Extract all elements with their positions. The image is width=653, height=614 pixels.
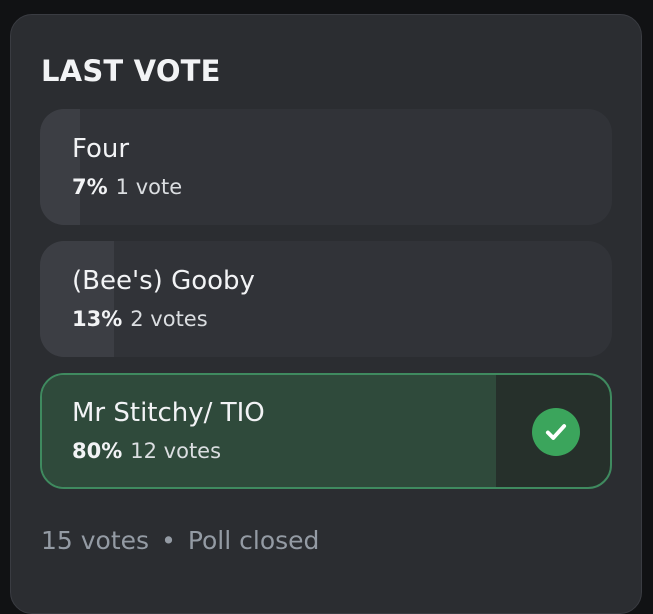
total-votes: 15 votes — [41, 526, 150, 555]
poll-option-label: Mr Stitchy/ TIO — [72, 398, 265, 428]
vote-share-bar — [40, 109, 81, 225]
poll-option-percent: 7% — [72, 175, 108, 199]
poll-option-percent: 13% — [72, 307, 123, 331]
poll-footer: 15 votes • Poll closed — [41, 523, 319, 559]
poll-option-label: Four — [72, 134, 130, 164]
poll-card: LAST VOTE Four 7% 1 vote (Bee's) Gooby 13… — [10, 14, 642, 614]
poll-option-stats: 13% 2 votes — [72, 304, 208, 334]
poll-title: LAST VOTE — [41, 54, 221, 88]
poll-option-stats: 80% 12 votes — [72, 436, 221, 466]
poll-option-bees-gooby[interactable]: (Bee's) Gooby 13% 2 votes — [40, 241, 612, 357]
poll-option-votes: 2 votes — [130, 307, 208, 331]
vote-share-bar — [42, 375, 497, 487]
poll-option-mr-stitchy-tio[interactable]: Mr Stitchy/ TIO 80% 12 votes — [40, 373, 612, 489]
checkmark-icon — [545, 424, 567, 440]
poll-option-four[interactable]: Four 7% 1 vote — [40, 109, 612, 225]
poll-option-percent: 80% — [72, 439, 123, 463]
check-circle-icon — [532, 408, 580, 456]
vote-share-bar — [40, 241, 115, 357]
poll-option-votes: 12 votes — [130, 439, 222, 463]
poll-option-votes: 1 vote — [115, 175, 183, 199]
poll-option-stats: 7% 1 vote — [72, 172, 182, 202]
poll-status: Poll closed — [187, 526, 320, 555]
separator-dot: • — [161, 526, 176, 555]
poll-option-label: (Bee's) Gooby — [72, 266, 255, 296]
